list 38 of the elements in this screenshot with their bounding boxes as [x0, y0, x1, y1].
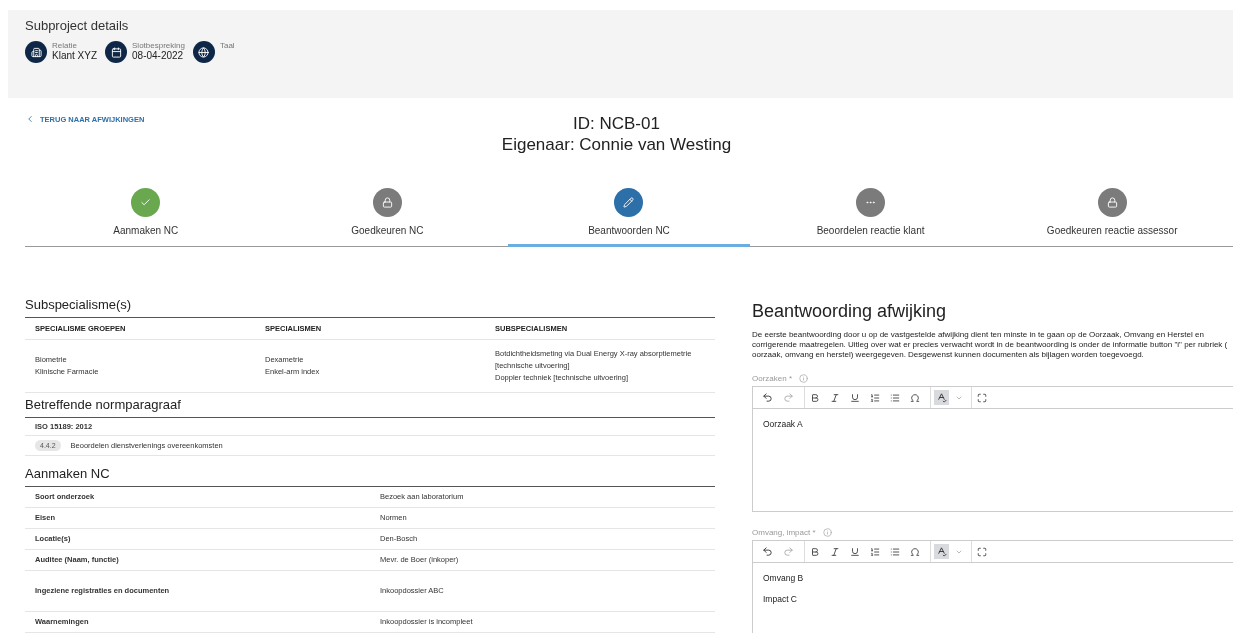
section-title: Betreffende normparagraaf — [25, 393, 715, 418]
undo-icon[interactable] — [760, 544, 775, 559]
step-tab[interactable]: Beantwoorden NC — [508, 188, 750, 247]
spellcheck-icon[interactable] — [934, 544, 949, 559]
section-title: Subspecialisme(s) — [25, 293, 715, 318]
building-icon — [25, 41, 47, 63]
check-icon — [131, 188, 161, 217]
field-label: Oorzaken * — [752, 374, 793, 383]
lock-icon — [1097, 188, 1127, 217]
step-tab[interactable]: Goedkeuren NC — [266, 188, 509, 247]
field-label: Omvang, impact * — [752, 528, 816, 537]
calendar-icon — [105, 41, 128, 63]
rich-text-editor[interactable]: Omvang B Impact C — [752, 540, 1233, 633]
step-tab[interactable]: Beoordelen reactie klant — [749, 188, 992, 247]
page-title: Eigenaar: Connie van Westing — [501, 134, 732, 155]
section-heading: Beantwoording afwijking — [752, 301, 948, 322]
intro-text: De eerste beantwoording door u op de vastgestelde afwijking dient ten minste in te gaan op de Oorzaak, Omvang en Herstel en corrigerende maatregelen. Uitleg over wat er precies verwacht wordt in de beantwoording is onder de informatie button "i" per rubriek ( oorzaak, omvang en herstel) weergegeven. Desgewenst kunnen documenten als bijlagen worden toegevoegd. — [752, 330, 1229, 360]
pencil-icon — [614, 188, 644, 217]
step-tab[interactable]: Goedkeuren reactie assessor — [991, 188, 1233, 247]
editor-text: Oorzaak A — [763, 419, 804, 429]
section-title: Aanmaken NC — [25, 462, 715, 487]
editor-text: Omvang B — [763, 573, 805, 583]
step-tab[interactable]: Aanmaken NC — [25, 188, 267, 247]
lock-icon — [372, 188, 402, 217]
rich-text-editor[interactable]: Oorzaak A — [752, 386, 1233, 512]
undo-icon[interactable] — [760, 390, 775, 405]
detail-value: Klant XYZ — [52, 50, 98, 61]
chevron-left-icon — [25, 114, 35, 124]
detail-label: Slotbespreking — [132, 41, 185, 50]
header-title: Subproject details — [25, 18, 130, 33]
detail-label: Relatie — [52, 41, 78, 50]
page-title: ID: NCB-01 — [572, 113, 661, 134]
editor-text: Impact C — [763, 594, 798, 604]
detail-label: Taal — [219, 41, 235, 50]
spellcheck-icon[interactable] — [934, 390, 949, 405]
more-icon — [856, 188, 886, 217]
detail-value: 08-04-2022 — [132, 50, 185, 61]
globe-icon — [192, 41, 215, 63]
